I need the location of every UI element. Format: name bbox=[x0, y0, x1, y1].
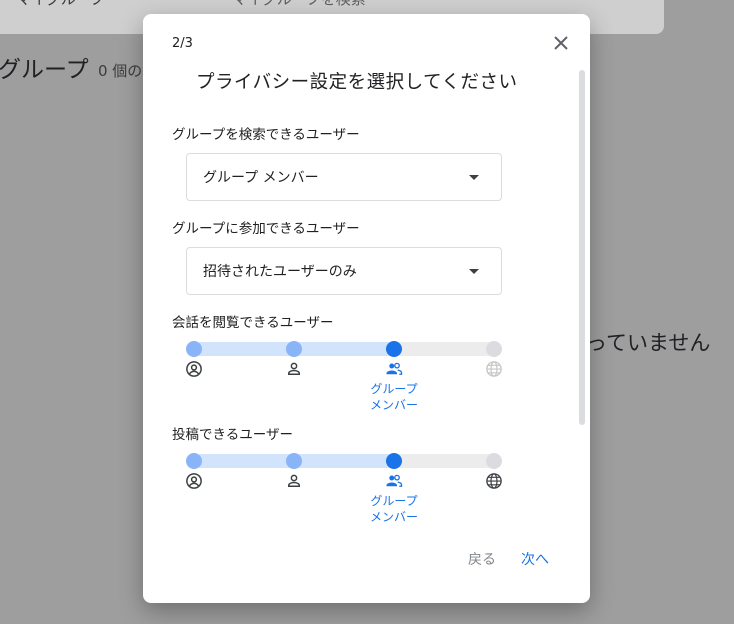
slider-stop-3[interactable] bbox=[486, 341, 502, 357]
find-label: グループを検索できるユーザー bbox=[172, 127, 360, 143]
person-icon[interactable] bbox=[285, 472, 303, 490]
slider-track bbox=[194, 342, 496, 356]
account-circle-icon[interactable] bbox=[185, 360, 203, 378]
slider-stop-3[interactable] bbox=[486, 453, 502, 469]
slider-stop-0[interactable] bbox=[186, 341, 202, 357]
close-button[interactable] bbox=[548, 30, 574, 56]
view-permission-slider[interactable]: グループ メンバー bbox=[186, 341, 506, 431]
slider-stop-2[interactable] bbox=[386, 341, 402, 357]
next-button[interactable]: 次へ bbox=[521, 549, 549, 569]
join-label: グループに参加できるユーザー bbox=[172, 221, 360, 237]
dropdown-arrow-icon bbox=[469, 269, 479, 274]
people-icon[interactable] bbox=[385, 360, 403, 378]
background-page-title: グループ bbox=[0, 57, 89, 83]
back-button[interactable]: 戻る bbox=[468, 549, 496, 569]
join-select[interactable]: 招待されたユーザーのみ bbox=[186, 247, 502, 295]
join-select-value: 招待されたユーザーのみ bbox=[203, 264, 357, 280]
find-select[interactable]: グループ メンバー bbox=[186, 153, 502, 201]
view-label: 会話を閲覧できるユーザー bbox=[172, 315, 334, 331]
dialog-scrollbar[interactable] bbox=[579, 70, 585, 425]
people-icon[interactable] bbox=[385, 472, 403, 490]
slider-stop-1[interactable] bbox=[286, 453, 302, 469]
slider-selected-caption: グループ メンバー bbox=[369, 494, 418, 524]
slider-stop-0[interactable] bbox=[186, 453, 202, 469]
slider-stop-1[interactable] bbox=[286, 341, 302, 357]
dialog-scroll-area[interactable]: 2/3 プライバシー設定を選択してください グループを検索できるユーザー グルー… bbox=[143, 14, 590, 524]
slider-track bbox=[194, 454, 496, 468]
globe-icon[interactable] bbox=[485, 472, 503, 490]
dropdown-arrow-icon bbox=[469, 175, 479, 180]
background-empty-message: っていません bbox=[586, 331, 711, 355]
group-search-input: マイグループを検索 bbox=[232, 0, 366, 9]
find-select-value: グループ メンバー bbox=[203, 170, 319, 186]
dialog-title: プライバシー設定を選択してください bbox=[196, 72, 518, 93]
slider-selected-caption: グループ メンバー bbox=[369, 382, 418, 412]
close-icon bbox=[554, 36, 568, 50]
globe-icon[interactable] bbox=[485, 360, 503, 378]
background-group-count: 0 個の bbox=[98, 62, 143, 80]
privacy-settings-dialog: 2/3 プライバシー設定を選択してください グループを検索できるユーザー グルー… bbox=[143, 14, 590, 603]
step-indicator: 2/3 bbox=[172, 36, 193, 51]
account-circle-icon[interactable] bbox=[185, 472, 203, 490]
group-filter-dropdown: マイグループ bbox=[16, 0, 105, 9]
person-icon[interactable] bbox=[285, 360, 303, 378]
post-permission-slider[interactable]: グループ メンバー bbox=[186, 453, 506, 524]
post-label: 投稿できるユーザー bbox=[172, 427, 293, 443]
slider-stop-2[interactable] bbox=[386, 453, 402, 469]
